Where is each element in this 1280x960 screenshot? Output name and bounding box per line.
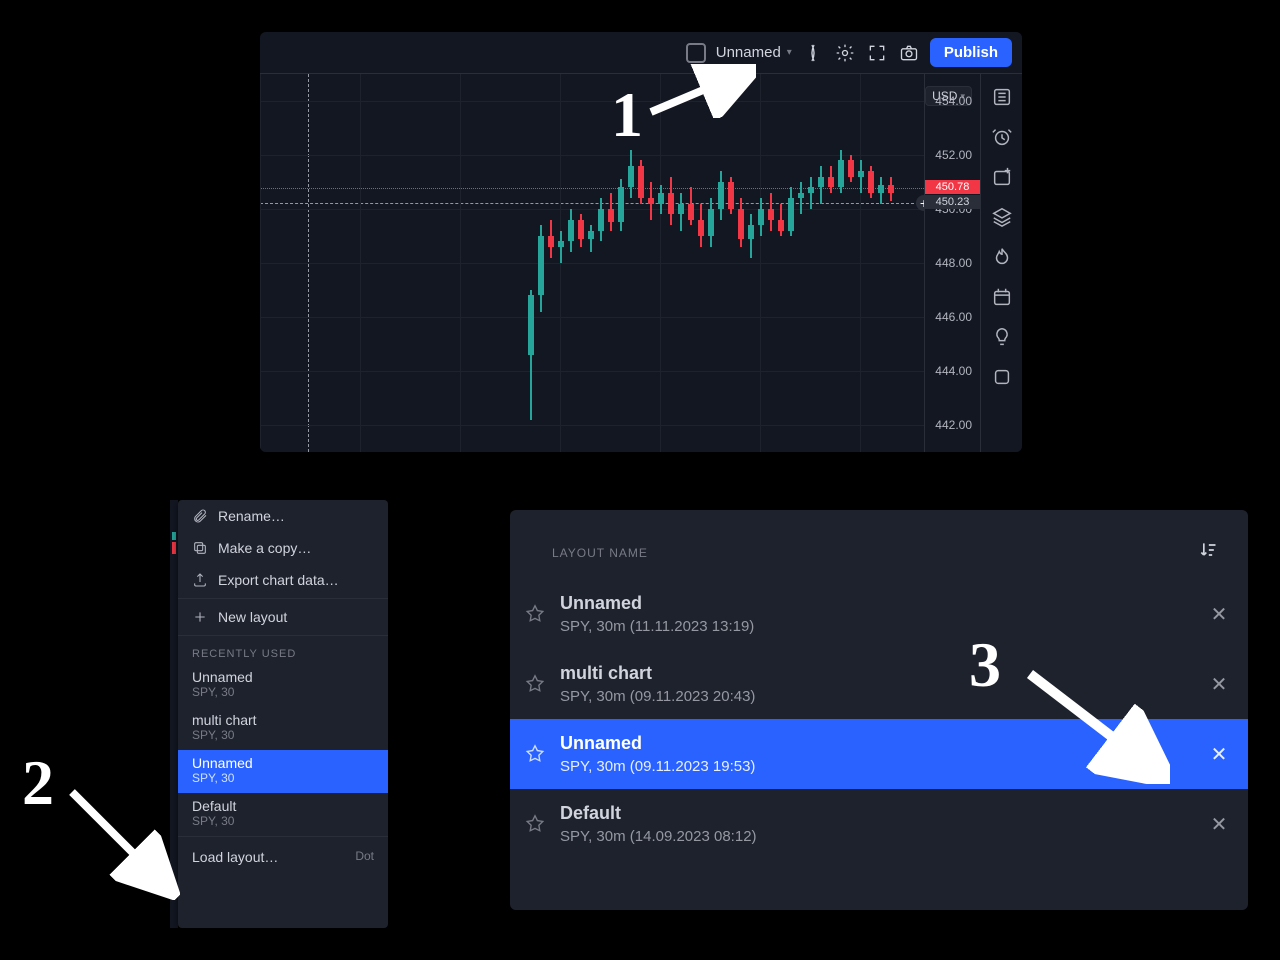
price-tick: 452.00 (935, 148, 972, 162)
close-icon[interactable]: ✕ (1208, 743, 1230, 765)
load-layout-label: Load layout… (192, 849, 278, 865)
new-layout-item[interactable]: New layout (178, 601, 388, 633)
layers-icon[interactable] (991, 206, 1013, 228)
calendar-icon[interactable] (991, 286, 1013, 308)
sort-icon[interactable] (1198, 540, 1218, 565)
side-toolbar (980, 74, 1022, 452)
camera-icon[interactable] (898, 42, 920, 64)
layout-list-heading: LAYOUT NAME (552, 546, 648, 560)
hotlist-icon[interactable] (991, 246, 1013, 268)
price-tick: 446.00 (935, 310, 972, 324)
star-icon[interactable] (524, 743, 546, 765)
chart-area[interactable]: + (260, 74, 924, 452)
close-icon[interactable]: ✕ (1208, 673, 1230, 695)
load-layout-item[interactable]: Load layout… Dot (178, 836, 388, 877)
recent-name: Default (192, 798, 374, 814)
menu-item-label: Make a copy… (218, 540, 311, 556)
last-price-badge: 450.78 (925, 180, 980, 194)
publish-button[interactable]: Publish (930, 38, 1012, 67)
recent-sub: SPY, 30 (192, 685, 374, 699)
menu-item-copy[interactable]: Make a copy… (178, 532, 388, 564)
menu-separator (178, 635, 388, 636)
menu-separator (178, 598, 388, 599)
layout-menu: Rename… Make a copy… Export chart data… Ne… (178, 500, 388, 928)
crosshair-add-icon[interactable]: + (916, 195, 924, 211)
annotation-2: 2 (22, 746, 54, 820)
watchlist-icon[interactable] (991, 86, 1013, 108)
price-scale[interactable]: USD ▾ 454.00452.00450.00448.00446.00444.… (924, 74, 980, 452)
close-icon[interactable]: ✕ (1208, 603, 1230, 625)
recent-sub: SPY, 30 (192, 814, 374, 828)
recent-name: Unnamed (192, 669, 374, 685)
recent-sub: SPY, 30 (192, 771, 374, 785)
menu-item-label: Export chart data… (218, 572, 339, 588)
layout-row[interactable]: Unnamed SPY, 30m (11.11.2023 13:19) ✕ (510, 579, 1248, 649)
recent-layout-item[interactable]: UnnamedSPY, 30 (178, 750, 388, 793)
new-layout-label: New layout (218, 609, 287, 625)
settings-gear-icon[interactable] (834, 42, 856, 64)
layout-row[interactable]: Default SPY, 30m (14.09.2023 08:12) ✕ (510, 789, 1248, 859)
recent-layout-item[interactable]: UnnamedSPY, 30 (178, 664, 388, 707)
recent-heading: RECENTLY USED (178, 638, 388, 664)
load-layout-hint: Dot (355, 849, 374, 865)
layout-row-sub: SPY, 30m (14.09.2023 08:12) (560, 828, 1194, 845)
price-tick: 454.00 (935, 94, 972, 108)
chart-toolbar: Unnamed ▾ Publish (260, 32, 1022, 74)
recent-layout-item[interactable]: multi chartSPY, 30 (178, 707, 388, 750)
recent-sub: SPY, 30 (192, 728, 374, 742)
menu-item-paperclip[interactable]: Rename… (178, 500, 388, 532)
recent-layout-item[interactable]: DefaultSPY, 30 (178, 793, 388, 836)
layout-row-name: Default (560, 803, 1194, 824)
price-tick: 442.00 (935, 418, 972, 432)
star-icon[interactable] (524, 673, 546, 695)
alarm-icon[interactable] (991, 126, 1013, 148)
crosshair-price-badge: 450.23 (925, 195, 980, 209)
layout-row-sub: SPY, 30m (11.11.2023 13:19) (560, 618, 1194, 635)
more-icon[interactable] (991, 366, 1013, 388)
grid-layout-icon[interactable] (686, 43, 706, 63)
close-icon[interactable]: ✕ (1208, 813, 1230, 835)
annotation-1: 1 (611, 78, 643, 152)
chevron-down-icon: ▾ (787, 47, 792, 58)
menu-item-export[interactable]: Export chart data… (178, 564, 388, 596)
price-tick: 448.00 (935, 256, 972, 270)
recent-name: multi chart (192, 712, 374, 728)
star-icon[interactable] (524, 813, 546, 835)
annotation-3: 3 (969, 628, 1001, 702)
price-tick: 444.00 (935, 364, 972, 378)
layout-name-label: Unnamed (716, 44, 781, 61)
add-panel-icon[interactable] (991, 166, 1013, 188)
idea-icon[interactable] (991, 326, 1013, 348)
layout-name-dropdown[interactable]: Unnamed ▾ (716, 44, 792, 61)
quick-search-icon[interactable] (802, 42, 824, 64)
recent-name: Unnamed (192, 755, 374, 771)
layout-row-name: Unnamed (560, 593, 1194, 614)
star-icon[interactable] (524, 603, 546, 625)
fullscreen-icon[interactable] (866, 42, 888, 64)
menu-item-label: Rename… (218, 508, 285, 524)
